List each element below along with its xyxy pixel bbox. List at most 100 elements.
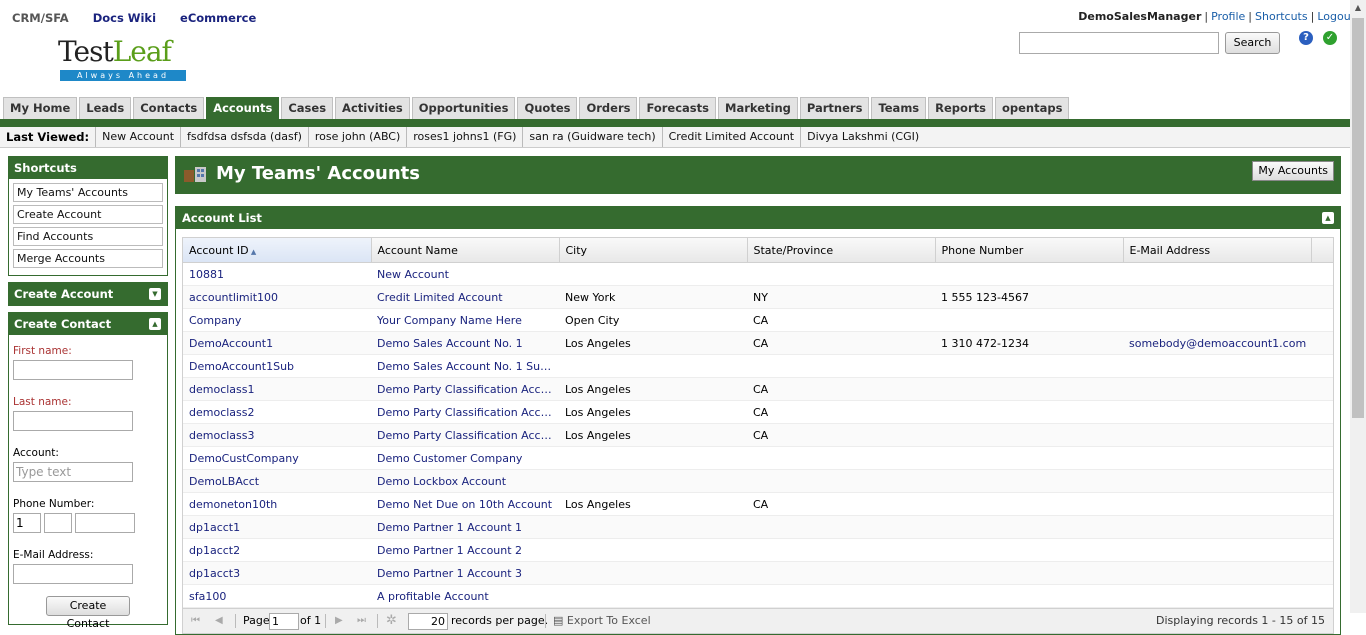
table-row[interactable]: accountlimit100 Credit Limited Account New… bbox=[183, 285, 1333, 309]
tab-marketing[interactable]: Marketing bbox=[718, 97, 798, 119]
shortcut-find-accounts[interactable]: Find Accounts bbox=[13, 227, 163, 246]
cell-account-id[interactable]: 10881 bbox=[183, 262, 371, 286]
column-header-city[interactable]: City bbox=[559, 238, 748, 263]
table-row[interactable]: democlass1 Demo Party Classification Acco… bbox=[183, 377, 1333, 401]
cell-e-mail-address[interactable] bbox=[1123, 285, 1311, 309]
create-account-header[interactable]: Create Account ▼ bbox=[9, 283, 167, 305]
search-input[interactable] bbox=[1019, 32, 1219, 54]
create-contact-button[interactable]: Create Contact bbox=[46, 596, 130, 630]
cell-account-id[interactable]: dp1acct3 bbox=[183, 561, 371, 585]
first-name-field[interactable] bbox=[13, 360, 133, 380]
table-row[interactable]: democlass2 Demo Party Classification Acco… bbox=[183, 400, 1333, 424]
column-header-state-province[interactable]: State/Province bbox=[747, 238, 936, 263]
table-row[interactable]: democlass3 Demo Party Classification Acco… bbox=[183, 423, 1333, 447]
table-row[interactable]: DemoAccount1 Demo Sales Account No. 1 Los … bbox=[183, 331, 1333, 355]
table-row[interactable]: dp1acct1 Demo Partner 1 Account 1 bbox=[183, 515, 1333, 539]
cell-e-mail-address[interactable]: somebody@demoaccount1.com bbox=[1123, 331, 1311, 355]
email-field[interactable] bbox=[13, 564, 133, 584]
cell-account-id[interactable]: sfa100 bbox=[183, 584, 371, 608]
docs-wiki-link[interactable]: Docs Wiki bbox=[93, 11, 156, 25]
cell-account-id[interactable]: DemoCustCompany bbox=[183, 446, 371, 470]
tab-quotes[interactable]: Quotes bbox=[517, 97, 578, 119]
table-row[interactable]: dp1acct3 Demo Partner 1 Account 3 bbox=[183, 561, 1333, 585]
my-accounts-button[interactable]: My Accounts bbox=[1252, 161, 1334, 181]
cell-account-name[interactable]: Demo Customer Company bbox=[371, 446, 559, 470]
cell-account-name[interactable]: Demo Partner 1 Account 3 bbox=[371, 561, 559, 585]
table-row[interactable]: demoneton10th Demo Net Due on 10th Accoun… bbox=[183, 492, 1333, 516]
cell-account-id[interactable]: dp1acct1 bbox=[183, 515, 371, 539]
cell-e-mail-address[interactable] bbox=[1123, 561, 1311, 585]
ecommerce-link[interactable]: eCommerce bbox=[180, 11, 256, 25]
cell-account-id[interactable]: DemoLBAcct bbox=[183, 469, 371, 493]
page-number-input[interactable]: 1 bbox=[269, 612, 299, 630]
cell-e-mail-address[interactable] bbox=[1123, 354, 1311, 378]
column-header-phone-number[interactable]: Phone Number bbox=[935, 238, 1124, 263]
tab-opportunities[interactable]: Opportunities bbox=[411, 97, 516, 119]
tab-cases[interactable]: Cases bbox=[281, 97, 334, 119]
search-button[interactable]: Search bbox=[1225, 32, 1280, 54]
tab-teams[interactable]: Teams bbox=[871, 97, 927, 119]
last-viewed-item[interactable]: fsdfdsa dsfsda (dasf) bbox=[180, 127, 308, 147]
cell-account-name[interactable]: Demo Net Due on 10th Account bbox=[371, 492, 559, 516]
table-row[interactable]: sfa100 A profitable Account bbox=[183, 584, 1333, 608]
cell-account-id[interactable]: demoneton10th bbox=[183, 492, 371, 516]
shortcut-create-account[interactable]: Create Account bbox=[13, 205, 163, 224]
last-name-field[interactable] bbox=[13, 411, 133, 431]
account-field[interactable]: Type text bbox=[13, 462, 133, 482]
phone-area-field[interactable] bbox=[44, 513, 72, 533]
tab-activities[interactable]: Activities bbox=[335, 97, 410, 119]
help-icon[interactable]: ? bbox=[1299, 31, 1313, 45]
cell-account-id[interactable]: democlass3 bbox=[183, 423, 371, 447]
cell-account-id[interactable]: democlass1 bbox=[183, 377, 371, 401]
cell-account-name[interactable]: Demo Party Classification Accou... bbox=[371, 423, 559, 447]
cell-e-mail-address[interactable] bbox=[1123, 538, 1311, 562]
create-contact-header[interactable]: Create Contact ▲ bbox=[9, 313, 167, 335]
scroll-thumb[interactable] bbox=[1352, 18, 1364, 418]
cell-account-name[interactable]: Demo Party Classification Accou... bbox=[371, 377, 559, 401]
collapse-icon[interactable]: ▲ bbox=[1322, 212, 1334, 224]
last-viewed-item[interactable]: roses1 johns1 (FG) bbox=[406, 127, 522, 147]
phone-country-field[interactable]: 1 bbox=[13, 513, 41, 533]
cell-e-mail-address[interactable] bbox=[1123, 492, 1311, 516]
cell-account-id[interactable]: accountlimit100 bbox=[183, 285, 371, 309]
column-header-account-id[interactable]: Account ID ▲ bbox=[183, 238, 372, 263]
column-header-e-mail-address[interactable]: E-Mail Address bbox=[1123, 238, 1312, 263]
cell-account-name[interactable]: Credit Limited Account bbox=[371, 285, 559, 309]
table-row[interactable]: dp1acct2 Demo Partner 1 Account 2 bbox=[183, 538, 1333, 562]
last-viewed-item[interactable]: rose john (ABC) bbox=[307, 127, 406, 147]
table-row[interactable]: Company Your Company Name Here Open City CA bbox=[183, 308, 1333, 332]
cell-account-name[interactable]: Demo Party Classification Accou... bbox=[371, 400, 559, 424]
cell-e-mail-address[interactable] bbox=[1123, 308, 1311, 332]
cell-account-name[interactable]: Your Company Name Here bbox=[371, 308, 559, 332]
cell-account-name[interactable]: Demo Sales Account No. 1 bbox=[371, 331, 559, 355]
crm-sfa-link[interactable]: CRM/SFA bbox=[12, 11, 69, 25]
records-per-page-input[interactable]: 20 bbox=[408, 612, 448, 630]
cell-e-mail-address[interactable] bbox=[1123, 400, 1311, 424]
profile-link[interactable]: Profile bbox=[1211, 10, 1245, 23]
cell-account-name[interactable]: Demo Lockbox Account bbox=[371, 469, 559, 493]
cell-account-name[interactable]: Demo Sales Account No. 1 Subsi... bbox=[371, 354, 559, 378]
shortcut-my-teams-accounts[interactable]: My Teams' Accounts bbox=[13, 183, 163, 202]
cell-e-mail-address[interactable] bbox=[1123, 423, 1311, 447]
cell-account-name[interactable]: A profitable Account bbox=[371, 584, 559, 608]
last-viewed-item[interactable]: Credit Limited Account bbox=[661, 127, 801, 147]
cell-e-mail-address[interactable] bbox=[1123, 469, 1311, 493]
last-viewed-item[interactable]: Divya Lakshmi (CGI) bbox=[800, 127, 925, 147]
phone-number-field[interactable] bbox=[75, 513, 135, 533]
tab-orders[interactable]: Orders bbox=[579, 97, 638, 119]
collapse-icon[interactable]: ▲ bbox=[149, 318, 161, 330]
cell-e-mail-address[interactable] bbox=[1123, 262, 1311, 286]
cell-e-mail-address[interactable] bbox=[1123, 515, 1311, 539]
page-scrollbar[interactable]: ▲ bbox=[1350, 0, 1366, 613]
cell-e-mail-address[interactable] bbox=[1123, 446, 1311, 470]
cell-account-name[interactable]: Demo Partner 1 Account 2 bbox=[371, 538, 559, 562]
tab-forecasts[interactable]: Forecasts bbox=[639, 97, 716, 119]
cell-account-id[interactable]: democlass2 bbox=[183, 400, 371, 424]
cell-account-id[interactable]: dp1acct2 bbox=[183, 538, 371, 562]
testleaf-logo[interactable]: TestLeaf Always Ahead bbox=[58, 36, 188, 84]
table-row[interactable]: 10881 New Account bbox=[183, 262, 1333, 286]
cell-account-name[interactable]: Demo Partner 1 Account 1 bbox=[371, 515, 559, 539]
tab-accounts[interactable]: Accounts bbox=[206, 97, 280, 119]
table-row[interactable]: DemoLBAcct Demo Lockbox Account bbox=[183, 469, 1333, 493]
tab-leads[interactable]: Leads bbox=[79, 97, 132, 119]
